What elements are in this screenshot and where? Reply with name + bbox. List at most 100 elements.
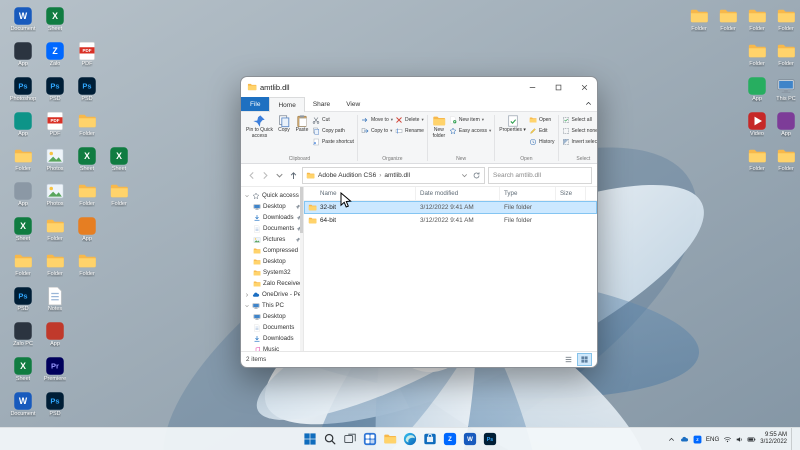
sidebar-item-documents[interactable]: Documents	[241, 322, 303, 333]
desktop-icon-folder-folder[interactable]: Folder	[713, 6, 743, 39]
desktop-icon-folder-folder[interactable]: Folder	[104, 181, 134, 214]
forward-button[interactable]	[260, 170, 271, 181]
desktop-icon-document-word[interactable]: WDocument	[8, 391, 38, 424]
ribbon-pin-to-quick-access-button[interactable]: Pin to Quick access	[244, 113, 275, 140]
breadcrumb-amtlib-dll[interactable]: amtlib.dll	[384, 172, 410, 179]
desktop-icon-notes-doc[interactable]: Notes	[40, 286, 70, 319]
desktop-icon-psd-photoshop[interactable]: PsPSD	[72, 76, 102, 109]
edge-button[interactable]	[403, 432, 417, 446]
sidebar-item-music[interactable]: Music	[241, 344, 303, 351]
desktop-icon-folder-folder[interactable]: Folder	[72, 111, 102, 144]
desktop-icon-folder-folder[interactable]: Folder	[771, 146, 800, 179]
chevron-down-icon[interactable]	[244, 193, 250, 199]
search-button[interactable]	[323, 432, 337, 446]
task-view-button[interactable]	[343, 432, 357, 446]
desktop-icon-folder-folder[interactable]: Folder	[40, 251, 70, 284]
sidebar-item-downloads[interactable]: Downloads	[241, 333, 303, 344]
word-button[interactable]: W	[463, 432, 477, 446]
desktop-icon-sheet-excel[interactable]: XSheet	[8, 216, 38, 249]
tray-expand-button[interactable]	[667, 435, 676, 444]
onedrive-tray-icon[interactable]	[680, 435, 689, 444]
desktop-icon-app-app-orange[interactable]: App	[72, 216, 102, 249]
store-button[interactable]	[423, 432, 437, 446]
desktop-icon-sheet-excel[interactable]: XSheet	[8, 356, 38, 389]
column-header-size[interactable]: Size	[556, 187, 586, 200]
desktop-icon-folder-folder[interactable]: Folder	[771, 41, 800, 74]
zalo-tray-icon[interactable]: Z	[693, 435, 702, 444]
desktop-icon-video-media-red[interactable]: Video	[742, 111, 772, 144]
language-indicator[interactable]: ENG	[706, 436, 719, 443]
chevron-right-icon[interactable]	[244, 292, 250, 298]
sidebar-item-desktop[interactable]: Desktop	[241, 201, 303, 212]
desktop-icon-sheet-excel[interactable]: XSheet	[40, 6, 70, 39]
zalo-button[interactable]: Z	[443, 432, 457, 446]
ribbon-rename-button[interactable]: Rename	[394, 125, 425, 136]
desktop-icon-folder-folder[interactable]: Folder	[8, 251, 38, 284]
refresh-button[interactable]	[472, 171, 481, 180]
desktop-icon-app-app-purple[interactable]: App	[771, 111, 800, 144]
ribbon-properties-button[interactable]: Properties ▾	[497, 113, 528, 135]
desktop-icon-document-word[interactable]: WDocument	[8, 6, 38, 39]
ribbon-open-button[interactable]: Open	[528, 114, 556, 125]
desktop-icon-folder-folder[interactable]: Folder	[684, 6, 714, 39]
sidebar-item-compressed[interactable]: Compressed	[241, 245, 303, 256]
desktop-icon-folder-folder[interactable]: Folder	[742, 41, 772, 74]
desktop-icon-folder-folder[interactable]: Folder	[771, 6, 800, 39]
column-header-name[interactable]: Name	[304, 187, 416, 200]
breadcrumb-adobe-audition-cs6[interactable]: Adobe Audition CS6	[318, 172, 376, 179]
tab-home[interactable]: Home	[269, 97, 304, 112]
address-bar[interactable]: Adobe Audition CS6›amtlib.dll	[302, 167, 485, 184]
file-explorer-button[interactable]	[383, 432, 397, 446]
minimize-button[interactable]	[519, 77, 545, 97]
desktop-icon-zalo-zalo[interactable]: ZZalo	[40, 41, 70, 74]
sidebar-item-desktop[interactable]: Desktop	[241, 311, 303, 322]
ribbon-cut-button[interactable]: Cut	[311, 114, 355, 125]
ribbon-paste-button[interactable]: Paste	[293, 113, 311, 135]
start-button[interactable]	[303, 432, 317, 446]
ribbon-new-item-button[interactable]: New item▾	[448, 114, 492, 125]
desktop-icon-sheet-excel[interactable]: XSheet	[72, 146, 102, 179]
desktop-icon-sheet-excel[interactable]: XSheet	[104, 146, 134, 179]
column-header-type[interactable]: Type	[500, 187, 556, 200]
ribbon-select-all-button[interactable]: Select all	[561, 114, 598, 125]
sidebar-item-documents[interactable]: Documents	[241, 223, 303, 234]
scrollbar-thumb[interactable]	[300, 187, 303, 233]
back-button[interactable]	[246, 170, 257, 181]
desktop-icon-folder-folder[interactable]: Folder	[742, 146, 772, 179]
show-desktop-button[interactable]	[791, 428, 795, 450]
ribbon-collapse-button[interactable]	[584, 99, 593, 108]
ribbon-easy-access-button[interactable]: Easy access▾	[448, 125, 492, 136]
window-titlebar[interactable]: amtlib.dll	[241, 77, 597, 97]
desktop-icon-folder-folder[interactable]: Folder	[72, 181, 102, 214]
sidebar-item-downloads[interactable]: Downloads	[241, 212, 303, 223]
sidebar-item-pictures[interactable]: Pictures	[241, 234, 303, 245]
address-dropdown-button[interactable]	[460, 171, 469, 180]
up-button[interactable]	[288, 170, 299, 181]
desktop-icon-photoshop-photoshop[interactable]: PsPhotoshop	[8, 76, 38, 109]
file-row-64-bit[interactable]: 64-bit3/12/2022 9:41 AMFile folder	[304, 214, 597, 227]
desktop-icon-app-app-teal[interactable]: App	[8, 111, 38, 144]
desktop-icon-psd-photoshop[interactable]: PsPSD	[40, 391, 70, 424]
recent-locations-button[interactable]	[274, 170, 285, 181]
ribbon-delete-button[interactable]: Delete▾	[394, 114, 425, 125]
sidebar-scrollbar[interactable]	[300, 187, 303, 351]
ribbon-copy-path-button[interactable]: Copy path	[311, 125, 355, 136]
ribbon-history-button[interactable]: History	[528, 136, 556, 147]
tab-share[interactable]: Share	[305, 97, 338, 111]
desktop-icon-app-app-gray[interactable]: App	[8, 181, 38, 214]
photoshop-button[interactable]: Ps	[483, 432, 497, 446]
desktop-icon-photos-image[interactable]: Photos	[40, 146, 70, 179]
desktop-icon-premiere-premiere[interactable]: PrPremiere	[40, 356, 70, 389]
desktop-icon-pdf-pdf[interactable]: PDFPDF	[40, 111, 70, 144]
ribbon-copy-button[interactable]: Copy	[275, 113, 293, 135]
sidebar-item-zalo-received-f[interactable]: Zalo Received F	[241, 278, 303, 289]
ribbon-edit-button[interactable]: Edit	[528, 125, 556, 136]
ribbon-select-none-button[interactable]: Select none	[561, 125, 598, 136]
status-indicators[interactable]	[723, 435, 756, 444]
close-button[interactable]	[571, 77, 597, 97]
desktop-icon-folder-folder[interactable]: Folder	[72, 251, 102, 284]
ribbon-move-to-button[interactable]: Move to▾	[360, 114, 394, 125]
sidebar-section-this-pc[interactable]: This PC	[241, 300, 303, 311]
chevron-down-icon[interactable]	[244, 303, 250, 309]
details-view-button[interactable]	[561, 353, 576, 366]
